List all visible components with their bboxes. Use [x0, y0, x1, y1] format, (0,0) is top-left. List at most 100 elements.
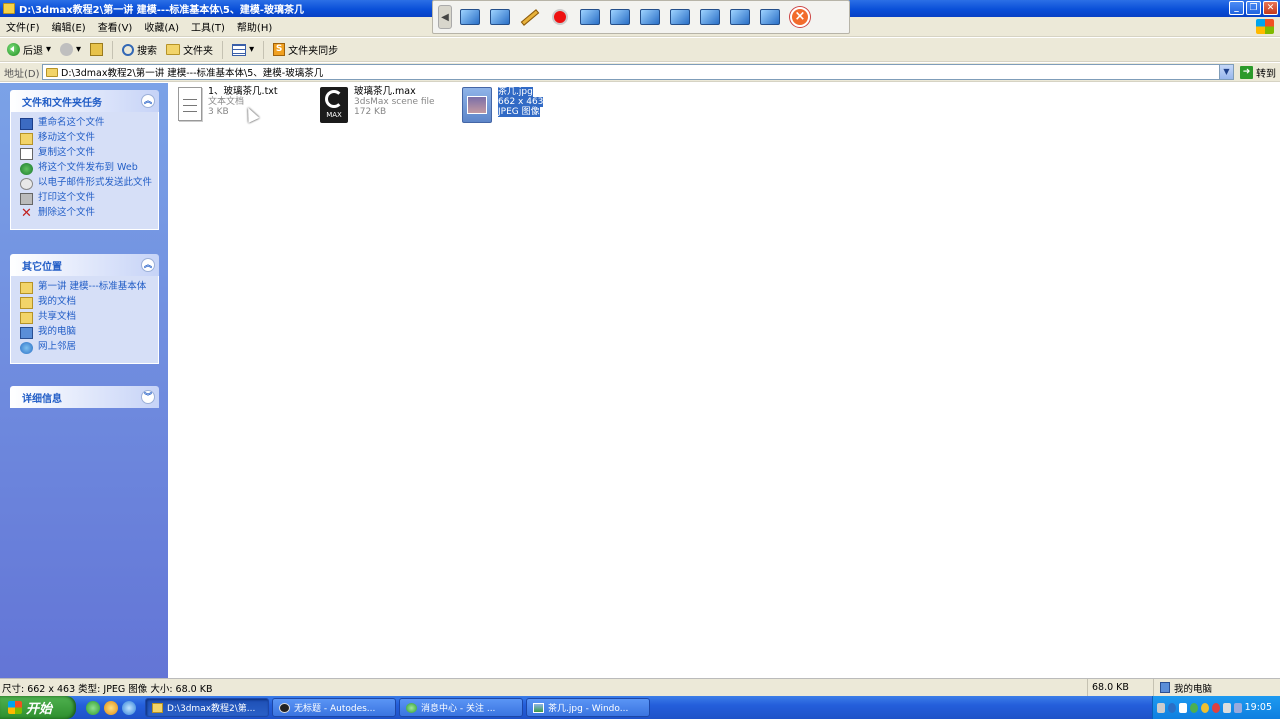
task-email-label[interactable]: 以电子邮件形式发送此文件	[38, 178, 152, 188]
menu-file[interactable]: 文件(F)	[0, 19, 46, 34]
file-list-area[interactable]: 1、玻璃茶几.txt 文本文档 3 KB MAX 玻璃茶几.max 3dsMax…	[168, 83, 1280, 678]
file-item-jpg[interactable]: 茶几.jpg 662 x 463 JPEG 图像	[462, 87, 544, 123]
maximize-button[interactable]: ❐	[1246, 1, 1261, 15]
window-capture-button[interactable]	[488, 5, 512, 29]
place-parent-label[interactable]: 第一讲 建模---标准基本体	[38, 282, 146, 292]
collapse-toolbar-button[interactable]: ◀	[438, 5, 452, 29]
minimize-button[interactable]: _	[1229, 1, 1244, 15]
email-icon	[20, 178, 33, 190]
details-header[interactable]: 详细信息 ︾	[10, 386, 159, 408]
forward-button[interactable]: ▾	[57, 41, 84, 58]
chevron-down-icon[interactable]: ▾	[76, 44, 81, 55]
collapse-up-icon[interactable]: ︽	[141, 94, 155, 108]
network-icon[interactable]	[1233, 702, 1242, 713]
other-places-header[interactable]: 其它位置 ︽	[10, 254, 159, 276]
tray-app-icon[interactable]	[1211, 702, 1220, 713]
task-print-label[interactable]: 打印这个文件	[38, 193, 95, 203]
file-tasks-header[interactable]: 文件和文件夹任务 ︽	[10, 90, 159, 112]
address-input[interactable]: D:\3dmax教程2\第一讲 建模---标准基本体\5、建模-玻璃茶几 ▼	[42, 64, 1234, 80]
task-delete[interactable]: ✕ 删除这个文件	[20, 206, 152, 221]
tray-app-icon[interactable]	[1189, 702, 1198, 713]
views-button[interactable]: ▾	[229, 42, 257, 58]
task-rename-label[interactable]: 重命名这个文件	[38, 118, 105, 128]
delete-x-icon: ✕	[21, 206, 32, 221]
capture-mode-3-button[interactable]	[638, 5, 662, 29]
chevron-down-icon[interactable]: ▾	[46, 44, 51, 55]
folders-button[interactable]: 文件夹	[163, 40, 216, 59]
folder-sync-button[interactable]: S 文件夹同步	[270, 40, 341, 59]
record-button[interactable]	[548, 5, 572, 29]
clock[interactable]: 19:05	[1245, 702, 1280, 713]
window-title: D:\3dmax教程2\第一讲 建模---标准基本体\5、建模-玻璃茶几	[19, 5, 304, 16]
menu-edit[interactable]: 编辑(E)	[46, 19, 92, 34]
address-path[interactable]: D:\3dmax教程2\第一讲 建模---标准基本体\5、建模-玻璃茶几	[61, 65, 323, 79]
capture-mode-2-button[interactable]	[608, 5, 632, 29]
tray-arrow-icon[interactable]	[1167, 702, 1176, 713]
task-copy[interactable]: 复制这个文件	[20, 148, 152, 160]
tray-app-icon[interactable]	[1200, 702, 1209, 713]
collapse-up-icon[interactable]: ︽	[141, 258, 155, 272]
quick-launch-app-icon[interactable]	[86, 700, 100, 715]
place-network[interactable]: 网上邻居	[20, 342, 152, 354]
up-button[interactable]	[87, 41, 106, 58]
taskbar-item-image-viewer[interactable]: 茶几.jpg - Windo...	[526, 698, 650, 717]
go-button[interactable]: ➜ 转到	[1240, 65, 1276, 80]
start-button[interactable]: 开始	[0, 696, 76, 719]
capture-mode-5-button[interactable]	[698, 5, 722, 29]
quick-launch-browser-icon[interactable]	[104, 700, 118, 715]
window-controls: _ ❐ ✕	[1229, 1, 1278, 15]
view-grid-icon	[232, 43, 247, 56]
task-publish-label[interactable]: 将这个文件发布到 Web	[38, 163, 138, 173]
folder-icon	[46, 67, 58, 77]
menu-view[interactable]: 查看(V)	[92, 19, 139, 34]
place-my-computer-label[interactable]: 我的电脑	[38, 327, 76, 337]
input-method-icon[interactable]	[1178, 702, 1187, 713]
place-my-computer[interactable]: 我的电脑	[20, 327, 152, 339]
taskbar-item-label: D:\3dmax教程2\第...	[167, 704, 256, 714]
place-my-documents-label[interactable]: 我的文档	[38, 297, 76, 307]
menu-favorites[interactable]: 收藏(A)	[138, 19, 185, 34]
volume-icon[interactable]	[1222, 702, 1231, 713]
menu-help[interactable]: 帮助(H)	[231, 19, 278, 34]
place-shared-label[interactable]: 共享文档	[38, 312, 76, 322]
start-label: 开始	[26, 702, 53, 717]
expand-down-icon[interactable]: ︾	[141, 390, 155, 404]
taskbar-item-explorer[interactable]: D:\3dmax教程2\第...	[145, 698, 269, 717]
shared-folder-icon	[20, 312, 33, 324]
menu-tools[interactable]: 工具(T)	[185, 19, 231, 34]
status-bar: 尺寸: 662 x 463 类型: JPEG 图像 大小: 68.0 KB 68…	[0, 678, 1280, 696]
place-network-label[interactable]: 网上邻居	[38, 342, 76, 352]
place-parent-folder[interactable]: 第一讲 建模---标准基本体	[20, 282, 152, 294]
task-move[interactable]: 移动这个文件	[20, 133, 152, 145]
place-shared-documents[interactable]: 共享文档	[20, 312, 152, 324]
back-button[interactable]: 后退 ▾	[4, 40, 54, 59]
close-button[interactable]: ✕	[1263, 1, 1278, 15]
capture-mode-6-button[interactable]	[728, 5, 752, 29]
internet-explorer-icon[interactable]	[122, 700, 136, 715]
search-button[interactable]: 搜索	[119, 40, 160, 59]
place-my-documents[interactable]: 我的文档	[20, 297, 152, 309]
screen-capture-button[interactable]	[458, 5, 482, 29]
task-rename[interactable]: 重命名这个文件	[20, 118, 152, 130]
text-document-icon	[178, 87, 202, 121]
pen-tool-button[interactable]	[518, 5, 542, 29]
task-delete-label[interactable]: 删除这个文件	[38, 208, 95, 218]
taskbar-item-message-center[interactable]: 消息中心 - 关注 ...	[399, 698, 523, 717]
taskbar-item-3dsmax[interactable]: 无标题 - Autodes...	[272, 698, 396, 717]
capture-mode-7-button[interactable]	[758, 5, 782, 29]
file-item-txt[interactable]: 1、玻璃茶几.txt 文本文档 3 KB	[178, 87, 278, 121]
chevron-down-icon[interactable]: ▼	[1219, 65, 1233, 79]
task-publish-web[interactable]: 将这个文件发布到 Web	[20, 163, 152, 175]
capture-mode-1-button[interactable]	[578, 5, 602, 29]
task-move-label[interactable]: 移动这个文件	[38, 133, 95, 143]
capture-mode-4-button[interactable]	[668, 5, 692, 29]
task-email[interactable]: 以电子邮件形式发送此文件	[20, 178, 152, 190]
file-item-max[interactable]: MAX 玻璃茶几.max 3dsMax scene file 172 KB	[320, 87, 435, 123]
monitor-icon	[610, 9, 630, 25]
keyboard-icon[interactable]	[1157, 702, 1165, 713]
task-copy-label[interactable]: 复制这个文件	[38, 148, 95, 158]
taskbar: 开始 D:\3dmax教程2\第... 无标题 - Autodes... 消息中…	[0, 696, 1280, 719]
task-print[interactable]: 打印这个文件	[20, 193, 152, 205]
3dsmax-logo-icon	[325, 90, 343, 108]
close-toolbar-button[interactable]: ×	[788, 5, 812, 29]
